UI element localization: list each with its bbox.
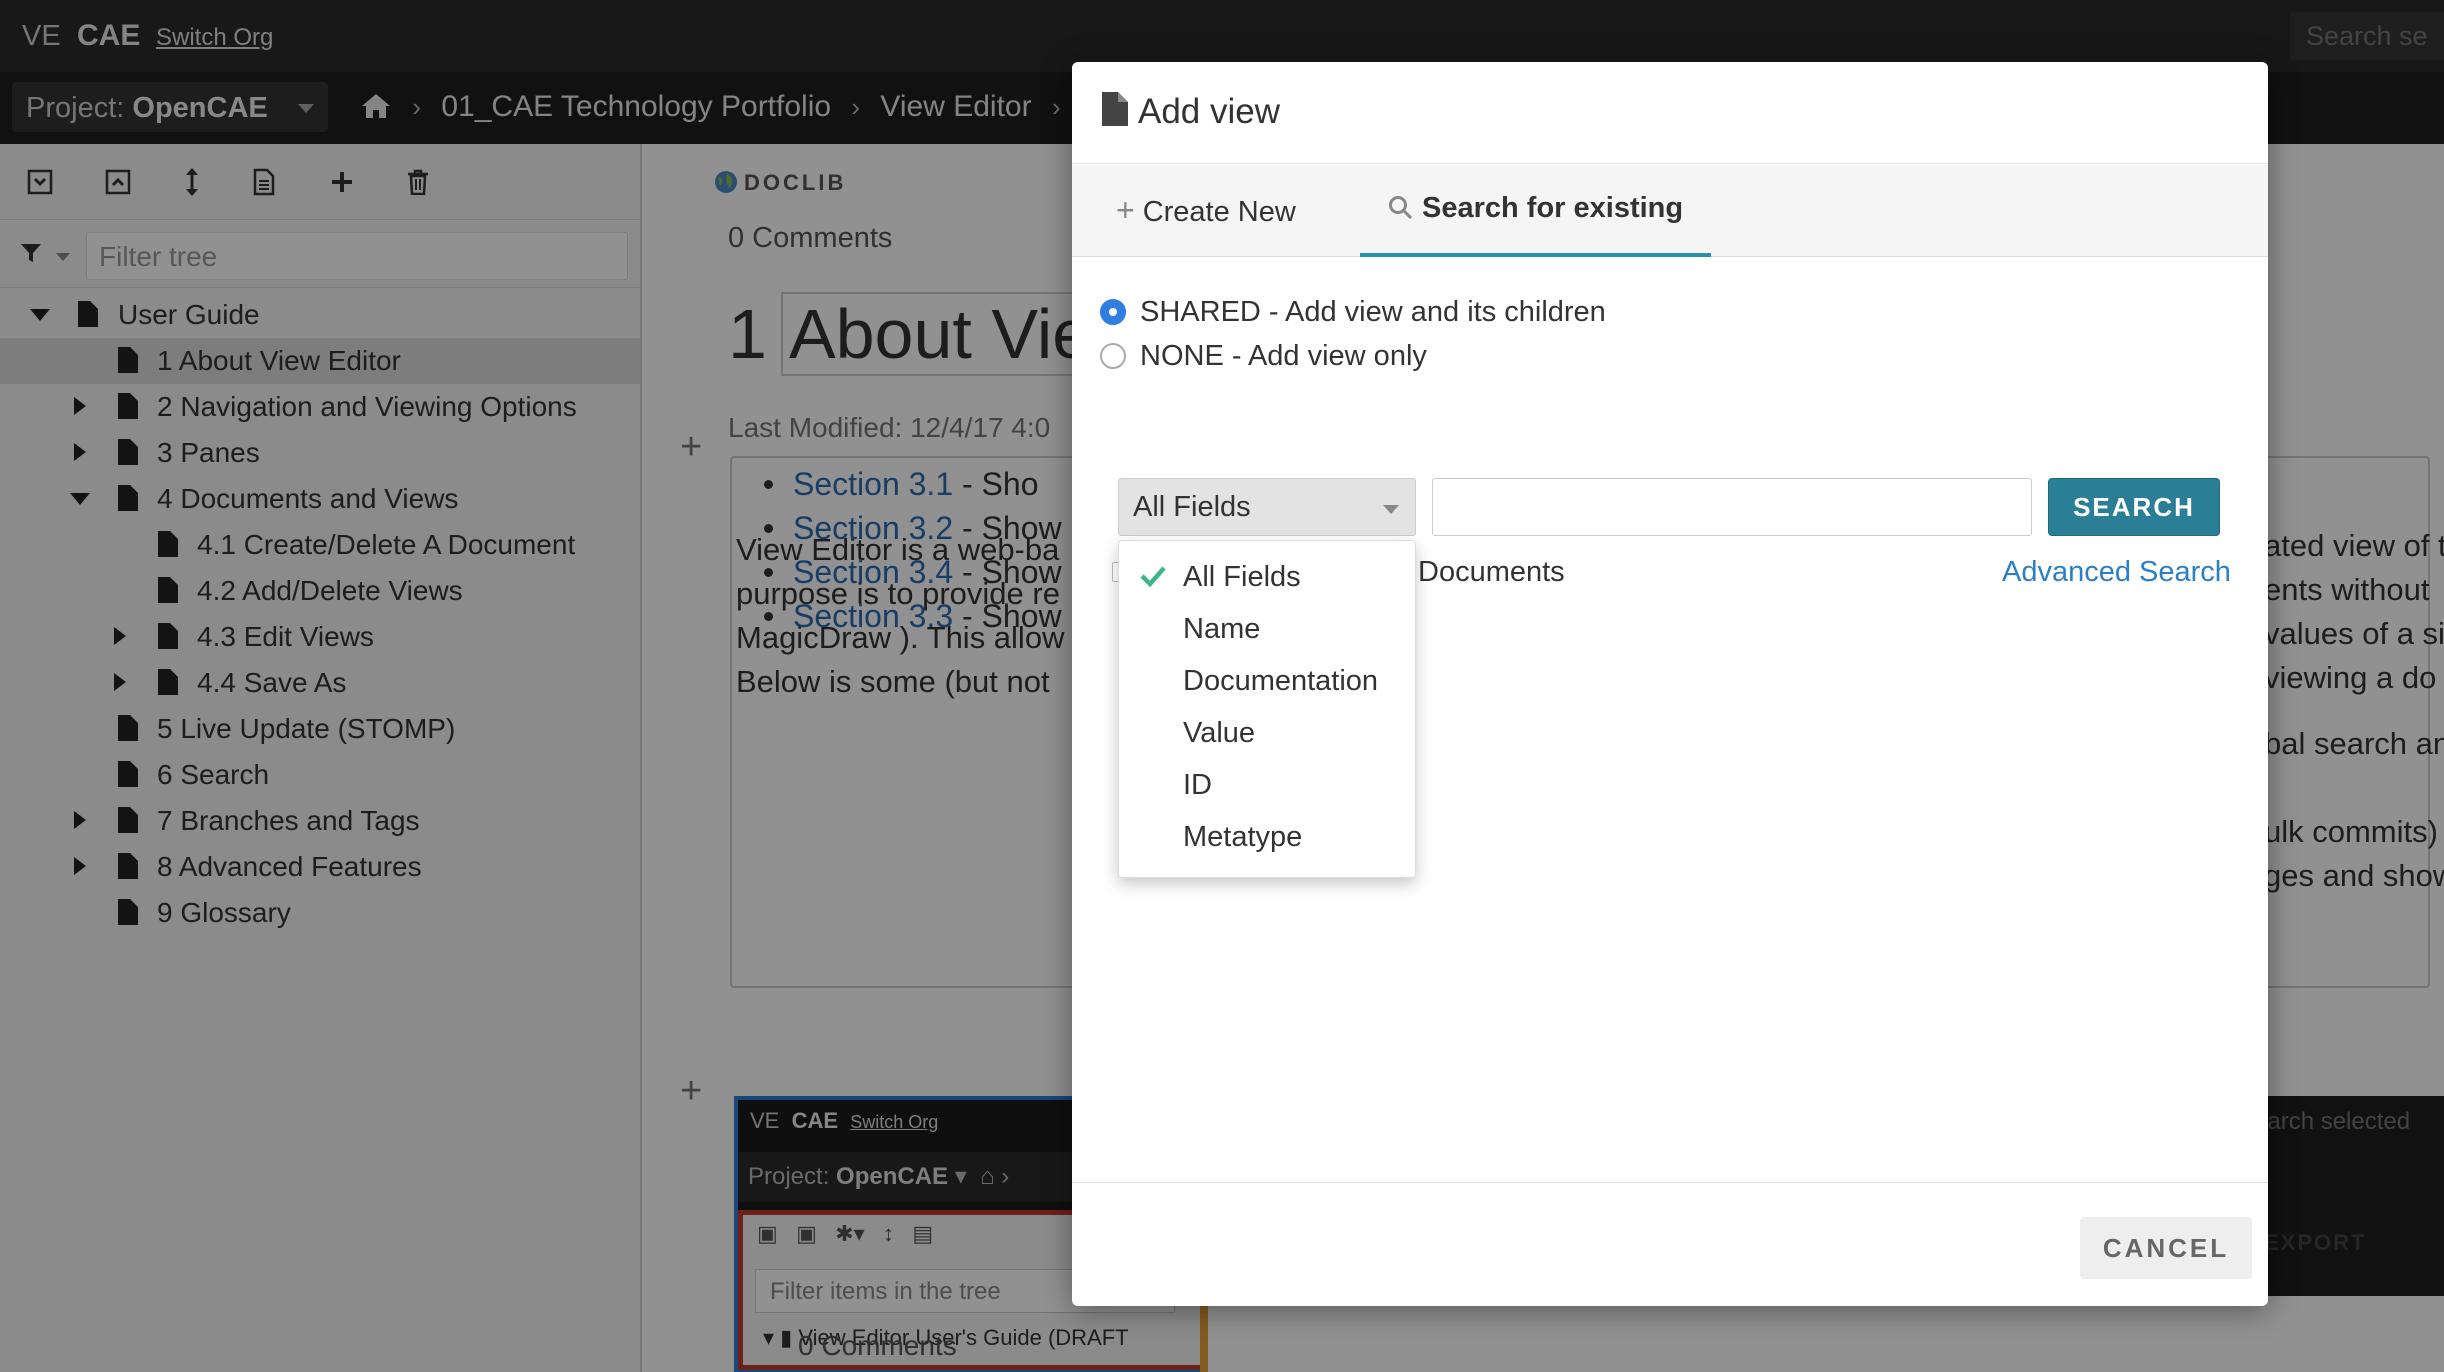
advanced-search-link[interactable]: Advanced Search (2002, 556, 2231, 589)
search-input[interactable] (1432, 478, 2032, 536)
search-icon (1389, 196, 1413, 220)
radio-shared[interactable]: SHARED - Add view and its children (1100, 296, 1606, 329)
add-view-dialog: Add view + Create New Search for existing… (1072, 62, 2268, 1306)
dialog-footer: CANCEL (1072, 1182, 2268, 1306)
radio-button[interactable] (1100, 343, 1126, 369)
dropdown-option-id[interactable]: ID (1183, 769, 1212, 802)
dropdown-option-value[interactable]: Value (1183, 717, 1255, 750)
tab-create-new[interactable]: + Create New (1116, 165, 1296, 257)
radio-none[interactable]: NONE - Add view only (1100, 340, 1427, 373)
dialog-title: Add view (1138, 92, 1281, 131)
field-dropdown-menu: All Fields Name Documentation Value ID M… (1118, 540, 1416, 878)
documents-label: Documents (1418, 556, 1565, 588)
field-select[interactable]: All Fields (1118, 478, 1416, 536)
chevron-down-icon (1383, 505, 1399, 514)
check-icon (1139, 565, 1167, 592)
file-icon (1102, 92, 1128, 131)
dropdown-option-metatype[interactable]: Metatype (1183, 821, 1302, 854)
radio-button-checked[interactable] (1100, 299, 1126, 325)
tab-search-existing[interactable]: Search for existing (1360, 165, 1712, 257)
search-button[interactable]: SEARCH (2048, 478, 2220, 536)
plus-icon: + (1116, 192, 1135, 228)
dropdown-option-all-fields[interactable]: All Fields (1183, 561, 1301, 594)
dialog-tabs: + Create New Search for existing (1072, 165, 2268, 257)
dialog-header: Add view (1072, 62, 2268, 164)
dropdown-option-documentation[interactable]: Documentation (1183, 665, 1378, 698)
dropdown-option-name[interactable]: Name (1183, 613, 1260, 646)
cancel-button[interactable]: CANCEL (2080, 1217, 2252, 1279)
